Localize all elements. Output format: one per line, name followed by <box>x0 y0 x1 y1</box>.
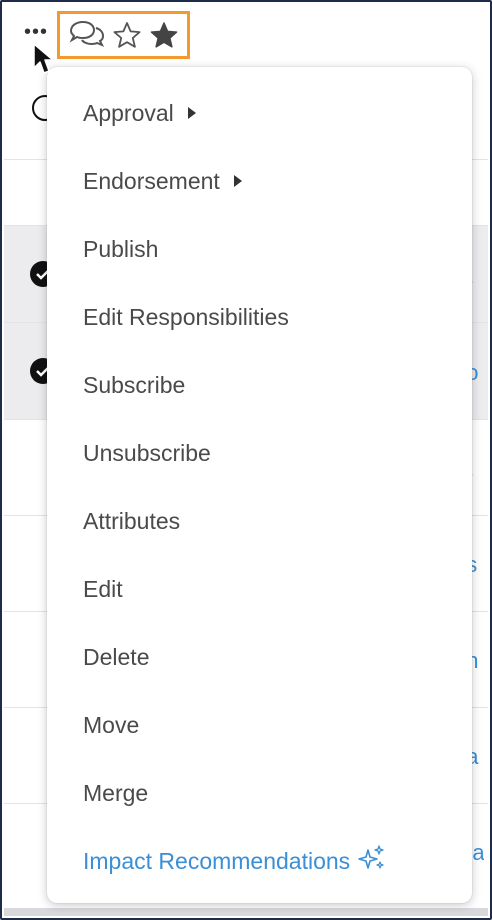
menu-item-label: Subscribe <box>83 371 186 398</box>
menu-item-label: Publish <box>83 235 159 262</box>
toolbar-highlight <box>57 11 190 59</box>
menu-item-label: Attributes <box>83 507 181 534</box>
menu-item-label: Move <box>83 711 140 738</box>
menu-item-attributes[interactable]: Attributes <box>83 501 180 541</box>
sparkle-icon <box>356 844 386 878</box>
star-outline-icon[interactable] <box>112 21 142 54</box>
menu-item-unsubscribe[interactable]: Unsubscribe <box>83 433 211 473</box>
menu-item-move[interactable]: Move <box>83 705 139 745</box>
menu-item-merge[interactable]: Merge <box>83 773 148 813</box>
menu-item-edit-responsibilities[interactable]: Edit Responsibilities <box>83 297 289 337</box>
menu-item-label: Merge <box>83 779 149 806</box>
menu-item-edit[interactable]: Edit <box>83 569 123 609</box>
context-menu: Approval Endorsement Publish Edit Respon… <box>47 67 472 903</box>
menu-item-label: Edit <box>83 575 123 602</box>
more-actions-button[interactable]: ••• <box>24 22 48 42</box>
menu-item-label: Unsubscribe <box>83 439 211 466</box>
menu-item-label: Delete <box>83 643 150 670</box>
menu-item-label: Impact Recommendations <box>83 847 351 874</box>
caret-right-icon <box>233 175 242 187</box>
menu-item-impact-recommendations[interactable]: Impact Recommendations <box>83 841 386 881</box>
menu-item-endorsement[interactable]: Endorsement <box>83 161 242 201</box>
menu-item-publish[interactable]: Publish <box>83 229 158 269</box>
menu-item-label: Edit Responsibilities <box>83 303 289 330</box>
menu-item-label: Endorsement <box>83 167 220 194</box>
bottom-scroll-strip <box>4 908 488 916</box>
star-filled-icon[interactable] <box>149 21 179 54</box>
menu-item-label: Approval <box>83 99 174 126</box>
comments-icon[interactable] <box>67 19 107 56</box>
menu-item-approval[interactable]: Approval <box>83 93 196 133</box>
mouse-cursor-icon <box>32 42 58 81</box>
caret-right-icon <box>187 107 196 119</box>
app-window: at no nt es on ua Ma ••• <box>0 0 492 920</box>
menu-item-subscribe[interactable]: Subscribe <box>83 365 185 405</box>
menu-item-delete[interactable]: Delete <box>83 637 149 677</box>
